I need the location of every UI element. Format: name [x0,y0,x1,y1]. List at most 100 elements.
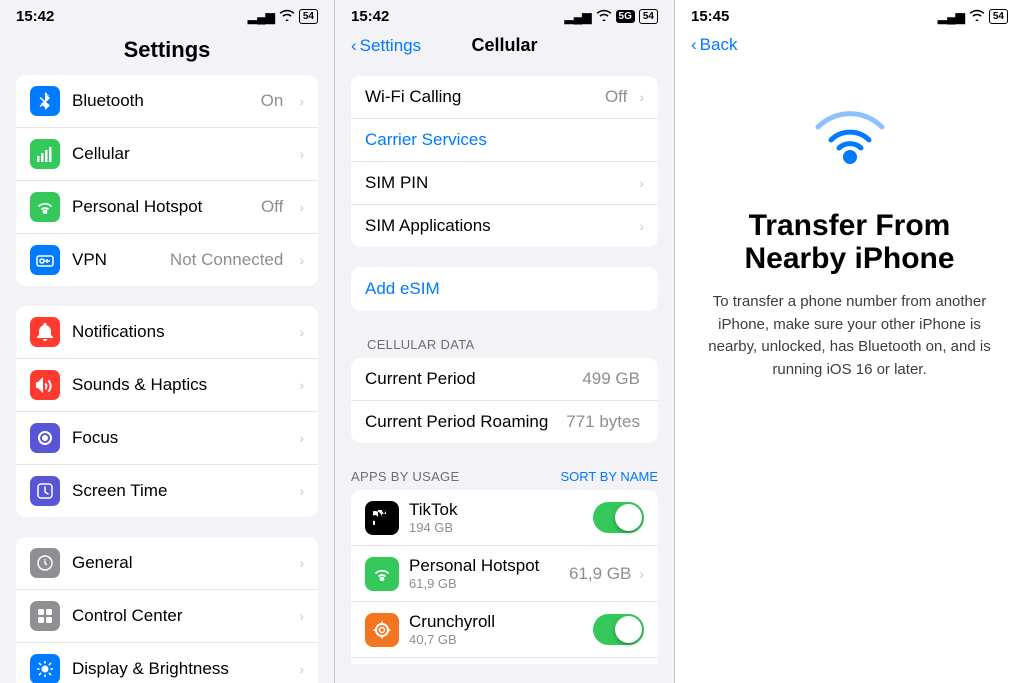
focus-icon [30,423,60,453]
tiktok-toggle[interactable] [593,502,644,533]
screen-time-item[interactable]: Screen Time › [16,465,318,517]
sim-apps-chevron: › [639,218,644,234]
cellular-data-header: CELLULAR DATA [335,331,674,358]
time-1: 15:42 [16,8,54,25]
transfer-back-chevron: ‹ [691,35,697,55]
add-esim-button[interactable]: Add eSIM [351,267,658,311]
transfer-content: Transfer FromNearby iPhone To transfer a… [675,65,1024,381]
sort-by-name-button[interactable]: SORT BY NAME [560,469,658,484]
general-chevron: › [299,555,304,571]
control-center-item[interactable]: Control Center › [16,590,318,643]
crunchyroll-toggle[interactable] [593,614,644,645]
screen-time-icon [30,476,60,506]
sounds-label: Sounds & Haptics [72,375,287,395]
wifi-calling-value: Off [605,87,627,107]
tiktok-size: 194 GB [409,520,583,535]
instagram-item[interactable]: Instagram 36,8 GB [351,658,658,664]
cellular-icon [30,139,60,169]
cellular-nav: ‹ Settings Cellular [335,29,674,66]
status-bar-1: 15:42 ▂▄▆ 54 [0,0,334,29]
wifi-calling-chevron: › [639,89,644,105]
settings-panel: 15:42 ▂▄▆ 54 Settings Bluetooth On › Cel… [0,0,335,683]
hotspot-icon [30,192,60,222]
hotspot-right: 61,9 GB › [569,564,644,584]
sounds-item[interactable]: Sounds & Haptics › [16,359,318,412]
vpn-label: VPN [72,250,158,270]
notifications-chevron: › [299,324,304,340]
network-section: Bluetooth On › Cellular › Personal Hotsp… [16,75,318,286]
apps-usage-header: APPS BY USAGE SORT BY NAME [335,463,674,490]
tiktok-item[interactable]: TikTok 194 GB [351,490,658,546]
control-center-icon [30,601,60,631]
screen-time-label: Screen Time [72,481,287,501]
5g-badge: 5G [616,10,635,23]
battery-icon: 54 [299,9,318,24]
hotspot-app-info: Personal Hotspot 61,9 GB [409,556,559,591]
data-usage-section: Current Period 499 GB Current Period Roa… [351,358,658,443]
status-bar-2: 15:42 ▂▄▆ 5G 54 [335,0,674,29]
apps-by-usage-label: APPS BY USAGE [351,469,459,484]
bluetooth-icon [30,86,60,116]
hotspot-chevron: › [299,199,304,215]
back-button[interactable]: ‹ Settings [351,36,421,56]
control-center-label: Control Center [72,606,287,626]
sim-apps-item[interactable]: SIM Applications › [351,205,658,247]
cellular-label: Cellular [72,144,287,164]
sim-pin-chevron: › [639,175,644,191]
sim-pin-item[interactable]: SIM PIN › [351,162,658,205]
bluetooth-label: Bluetooth [72,91,249,111]
cellular-chevron: › [299,146,304,162]
current-period-item: Current Period 499 GB [351,358,658,401]
general-icon [30,548,60,578]
sim-apps-label: SIM Applications [365,216,631,236]
general-section: General › Control Center › Display & Bri… [16,537,318,683]
cellular-item[interactable]: Cellular › [16,128,318,181]
cellular-scroll[interactable]: Wi-Fi Calling Off › Carrier Services SIM… [335,66,674,664]
current-period-value: 499 GB [582,369,640,389]
battery-icon-3: 54 [989,9,1008,24]
hotspot-app-icon [365,557,399,591]
carrier-services-item[interactable]: Carrier Services [351,119,658,162]
focus-chevron: › [299,430,304,446]
apps-list: TikTok 194 GB Personal Hotspot 61,9 GB 6… [351,490,658,664]
tiktok-icon [365,501,399,535]
transfer-panel: 15:45 ▂▄▆ 54 ‹ Back Transfer FromNearby … [675,0,1024,683]
signal-icon-2: ▂▄▆ [565,10,592,24]
settings-title: Settings [0,29,334,75]
vpn-value: Not Connected [170,250,283,270]
transfer-back-label: Back [700,35,738,55]
sounds-chevron: › [299,377,304,393]
vpn-item[interactable]: VPN Not Connected › [16,234,318,286]
cellular-title: Cellular [471,35,537,56]
wifi-icon-status [279,9,295,24]
display-item[interactable]: Display & Brightness › [16,643,318,683]
notifications-label: Notifications [72,322,287,342]
bluetooth-item[interactable]: Bluetooth On › [16,75,318,128]
hotspot-label: Personal Hotspot [72,197,249,217]
focus-item[interactable]: Focus › [16,412,318,465]
display-chevron: › [299,661,304,677]
wifi-icon-3 [969,9,985,24]
sim-section: Wi-Fi Calling Off › Carrier Services SIM… [351,76,658,247]
status-icons-2: ▂▄▆ 5G 54 [565,9,658,24]
hotspot-item[interactable]: Personal Hotspot Off › [16,181,318,234]
transfer-back-button[interactable]: ‹ Back [691,35,737,55]
notifications-item[interactable]: Notifications › [16,306,318,359]
vpn-chevron: › [299,252,304,268]
notifications-section: Notifications › Sounds & Haptics › Focus… [16,306,318,517]
carrier-services-label: Carrier Services [365,130,644,150]
battery-icon-2: 54 [639,9,658,24]
hotspot-app-chevron: › [639,566,644,582]
roaming-value: 771 bytes [566,412,640,432]
general-item[interactable]: General › [16,537,318,590]
crunchyroll-item[interactable]: Crunchyroll 40,7 GB [351,602,658,658]
hotspot-app-item[interactable]: Personal Hotspot 61,9 GB 61,9 GB › [351,546,658,602]
wifi-calling-item[interactable]: Wi-Fi Calling Off › [351,76,658,119]
transfer-title: Transfer FromNearby iPhone [744,209,954,275]
status-icons-1: ▂▄▆ 54 [248,9,318,24]
display-icon [30,654,60,683]
roaming-label: Current Period Roaming [365,412,558,432]
crunchyroll-info: Crunchyroll 40,7 GB [409,612,583,647]
time-2: 15:42 [351,8,389,25]
back-label: Settings [360,36,421,56]
